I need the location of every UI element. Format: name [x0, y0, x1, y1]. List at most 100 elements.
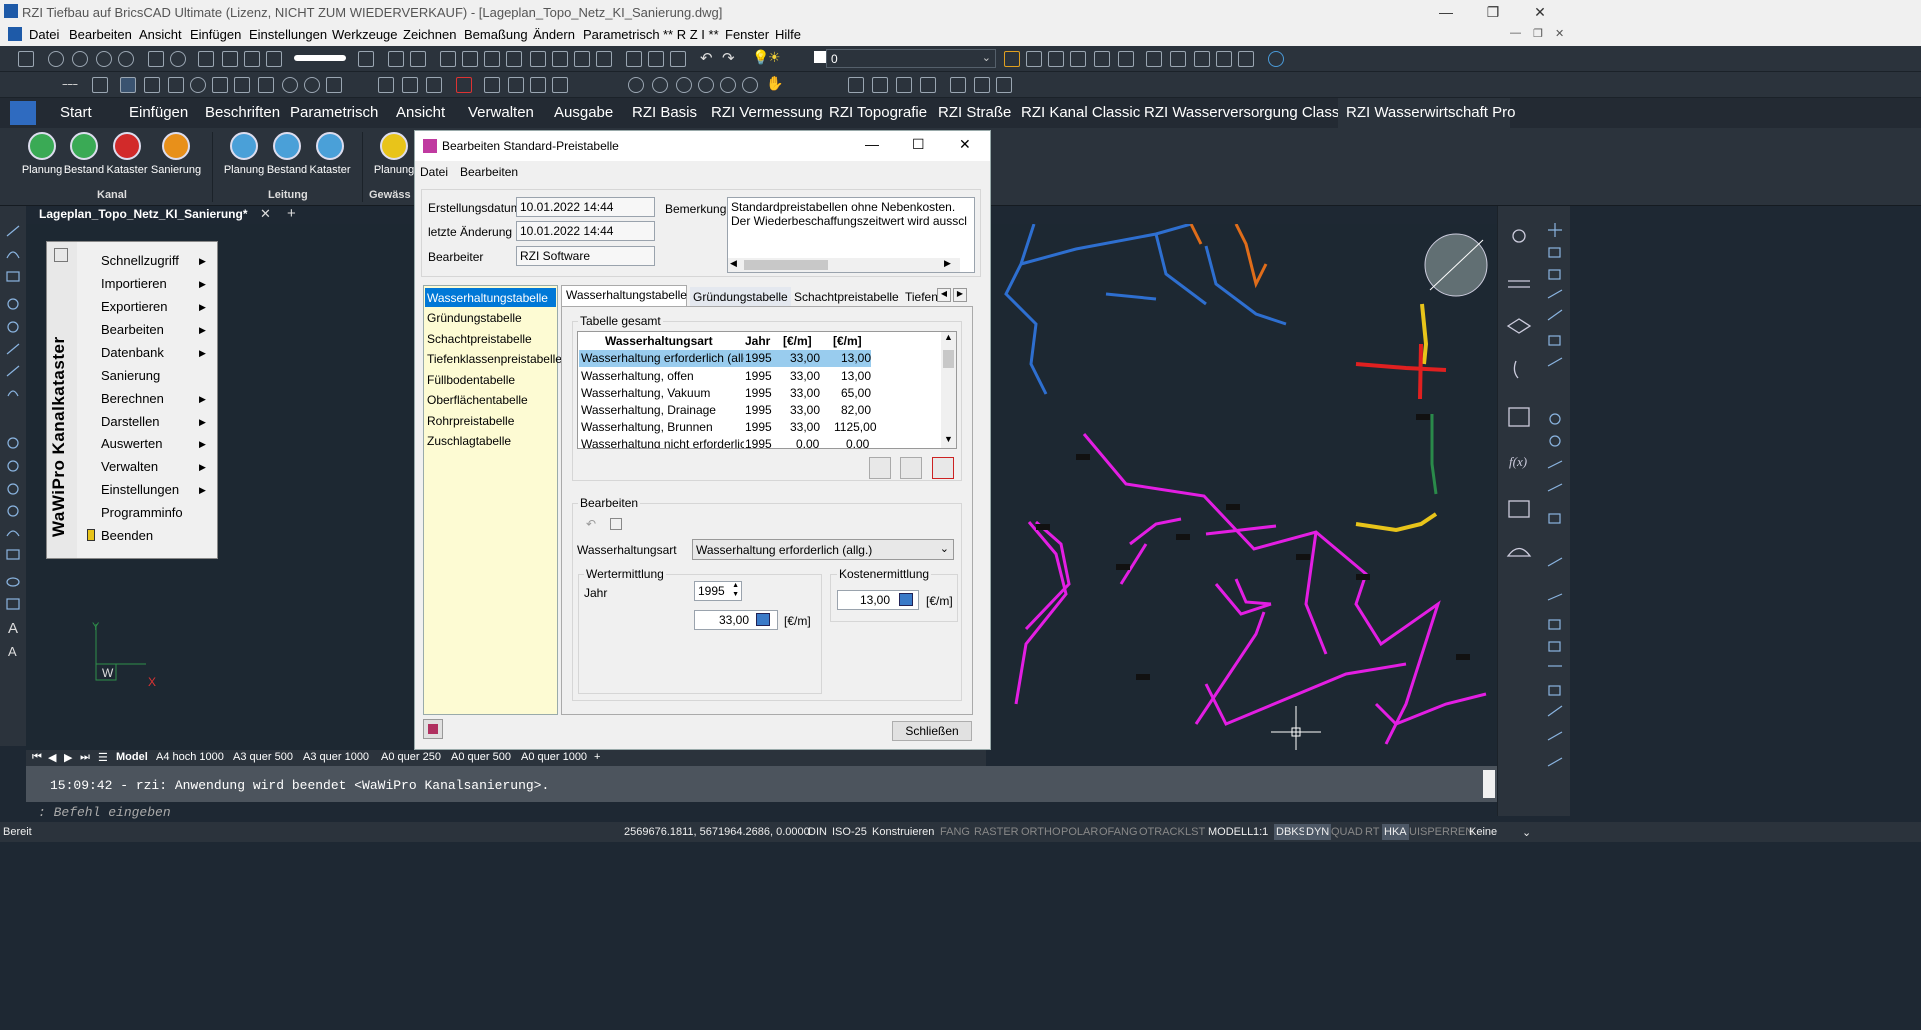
status-rt[interactable]: RT — [1365, 826, 1379, 838]
zoom-window-icon[interactable] — [118, 51, 134, 67]
tab-a0-quer-1000[interactable]: A0 quer 1000 — [521, 751, 587, 763]
status-modell[interactable]: MODELL — [1208, 826, 1253, 838]
orbit-icon[interactable] — [170, 51, 186, 67]
layout-list-icon[interactable]: ☰ — [98, 751, 108, 764]
status-ofang[interactable]: OFANG — [1099, 826, 1138, 838]
scroll-up-icon[interactable]: ▲ — [944, 332, 953, 342]
kanal-bestand-button[interactable]: Bestand — [60, 132, 108, 176]
status-din[interactable]: DIN — [808, 826, 827, 838]
vscroll-thumb[interactable] — [943, 350, 954, 368]
command-prompt[interactable]: : Befehl eingeben — [26, 802, 1497, 822]
tab-start[interactable]: Start — [60, 104, 92, 121]
status-fang[interactable]: FANG — [940, 826, 970, 838]
add-row-icon[interactable] — [869, 457, 891, 479]
copy-row-icon[interactable] — [900, 457, 922, 479]
new-icon[interactable] — [18, 51, 34, 67]
properties-icon[interactable] — [410, 51, 426, 67]
view-icon[interactable] — [198, 51, 214, 67]
open-icon[interactable] — [530, 51, 546, 67]
status-dbks[interactable]: DBKS — [1274, 824, 1308, 840]
panel-icon[interactable] — [440, 51, 456, 67]
list-icon[interactable] — [484, 51, 500, 67]
tab-parametrisch[interactable]: Parametrisch — [290, 104, 378, 121]
menu-bearbeiten[interactable]: Bearbeiten — [69, 27, 132, 42]
doc-close-button[interactable]: ✕ — [1555, 27, 1564, 40]
table-list-item-wasserhaltung[interactable]: Wasserhaltungstabelle — [427, 291, 548, 305]
menu-einfuegen[interactable]: Einfügen — [190, 27, 241, 42]
status-polar[interactable]: POLAR — [1061, 826, 1098, 838]
chart-icon[interactable] — [266, 51, 282, 67]
close-button[interactable]: ✕ — [1517, 0, 1563, 24]
scroll-right-icon[interactable]: ▶ — [944, 258, 951, 269]
help-icon[interactable] — [1268, 51, 1284, 67]
wasserhaltungsart-select[interactable]: Wasserhaltung erforderlich (allg.) ⌄ — [692, 539, 954, 560]
calculator-icon[interactable] — [756, 613, 770, 626]
table-vscrollbar[interactable]: ▲ ▼ — [941, 332, 956, 448]
layer-prev-icon[interactable] — [872, 77, 888, 93]
zoom-all-icon[interactable] — [698, 77, 714, 93]
block-icon[interactable] — [508, 77, 524, 93]
first-layout-icon[interactable]: ⏮ — [32, 751, 42, 764]
menu-datei[interactable]: Datei — [29, 27, 59, 42]
pan-hand-icon[interactable]: ✋ — [766, 75, 783, 92]
tab-scroll-right-icon[interactable]: ▶ — [953, 288, 967, 302]
menu-item-exportieren[interactable]: Exportieren — [101, 299, 167, 314]
saveas-icon[interactable] — [574, 51, 590, 67]
status-konstruieren[interactable]: Konstruieren — [872, 826, 934, 838]
menu-aendern[interactable]: Ändern — [533, 27, 575, 42]
close-tab-icon[interactable]: ✕ — [260, 206, 271, 222]
table-list-item-zuschlag[interactable]: Zuschlagtabelle — [427, 434, 511, 448]
3d-box-icon[interactable] — [388, 51, 404, 67]
construction-icon[interactable] — [234, 77, 250, 93]
pin-icon[interactable] — [54, 248, 68, 262]
move-icon[interactable] — [530, 77, 546, 93]
layer-merge-icon[interactable] — [920, 77, 936, 93]
doc-lock-icon[interactable] — [996, 77, 1012, 93]
menu-parametrisch[interactable]: Parametrisch — [583, 27, 660, 42]
calculator-icon[interactable] — [899, 593, 913, 606]
camera-icon[interactable] — [244, 51, 260, 67]
table-row[interactable]: Wasserhaltung erforderlich (allg.) 1995 … — [578, 351, 944, 368]
jahr-spinner[interactable]: 1995 ▲ ▼ — [694, 581, 742, 601]
layer-walk-icon[interactable] — [1048, 51, 1064, 67]
doc-export-icon[interactable] — [974, 77, 990, 93]
menu-item-berechnen[interactable]: Berechnen — [101, 391, 164, 406]
centerline-icon[interactable] — [62, 84, 78, 85]
save-icon[interactable] — [610, 518, 622, 530]
layout-icon[interactable] — [358, 51, 374, 67]
menu-item-auswerten[interactable]: Auswerten — [101, 436, 162, 451]
export-icon[interactable] — [596, 51, 612, 67]
stretch-icon[interactable] — [552, 77, 568, 93]
zoom-in-icon[interactable] — [72, 51, 88, 67]
table-row[interactable]: Wasserhaltung, Brunnen 1995 33,00 1125,0… — [578, 420, 944, 437]
scroll-thumb[interactable] — [744, 260, 828, 270]
menu-item-bearbeiten[interactable]: Bearbeiten — [101, 322, 164, 337]
kanal-kataster-button[interactable]: Kataster — [103, 132, 151, 176]
tab-ansicht[interactable]: Ansicht — [396, 104, 445, 121]
table-row[interactable]: Wasserhaltung, Drainage 1995 33,00 82,00 — [578, 403, 944, 420]
scroll-left-icon[interactable]: ◀ — [730, 258, 737, 269]
menu-item-datenbank[interactable]: Datenbank — [101, 345, 164, 360]
status-raster[interactable]: RASTER — [974, 826, 1019, 838]
table-list-item-gruendung[interactable]: Gründungstabelle — [427, 311, 522, 325]
tab-wasserhaltung[interactable]: Wasserhaltungstabelle — [563, 285, 690, 305]
menu-rzi[interactable]: ** R Z I ** — [663, 27, 719, 42]
layer-tool-icon[interactable] — [1004, 51, 1020, 67]
print-icon[interactable] — [626, 51, 642, 67]
bemerkung-textarea[interactable]: Standardpreistabellen ohne Nebenkosten. … — [727, 197, 975, 273]
tab-a3-quer-1000[interactable]: A3 quer 1000 — [303, 751, 369, 763]
scroll-down-icon[interactable]: ▼ — [944, 434, 953, 444]
table-row[interactable]: Wasserhaltung, Vakuum 1995 33,00 65,00 — [578, 386, 944, 403]
tab-gruendung[interactable]: Gründungstabelle — [690, 287, 791, 307]
menu-item-verwalten[interactable]: Verwalten — [101, 459, 158, 474]
table-list-item-tiefenklassen[interactable]: Tiefenklassenpreistabelle — [427, 352, 562, 366]
doc-minimize-button[interactable]: — — [1510, 27, 1521, 39]
rectangle-icon[interactable] — [212, 77, 228, 93]
markup-icon[interactable] — [1216, 51, 1232, 67]
dialog-minimize-button[interactable]: — — [865, 136, 879, 152]
spin-down-icon[interactable]: ▼ — [732, 591, 739, 598]
menu-bemassung[interactable]: Bemaßung — [464, 27, 528, 42]
table-list-item-schacht[interactable]: Schachtpreistabelle — [427, 332, 532, 346]
tab-model[interactable]: Model — [116, 751, 148, 763]
table-row[interactable]: Wasserhaltung, offen 1995 33,00 13,00 — [578, 369, 944, 386]
